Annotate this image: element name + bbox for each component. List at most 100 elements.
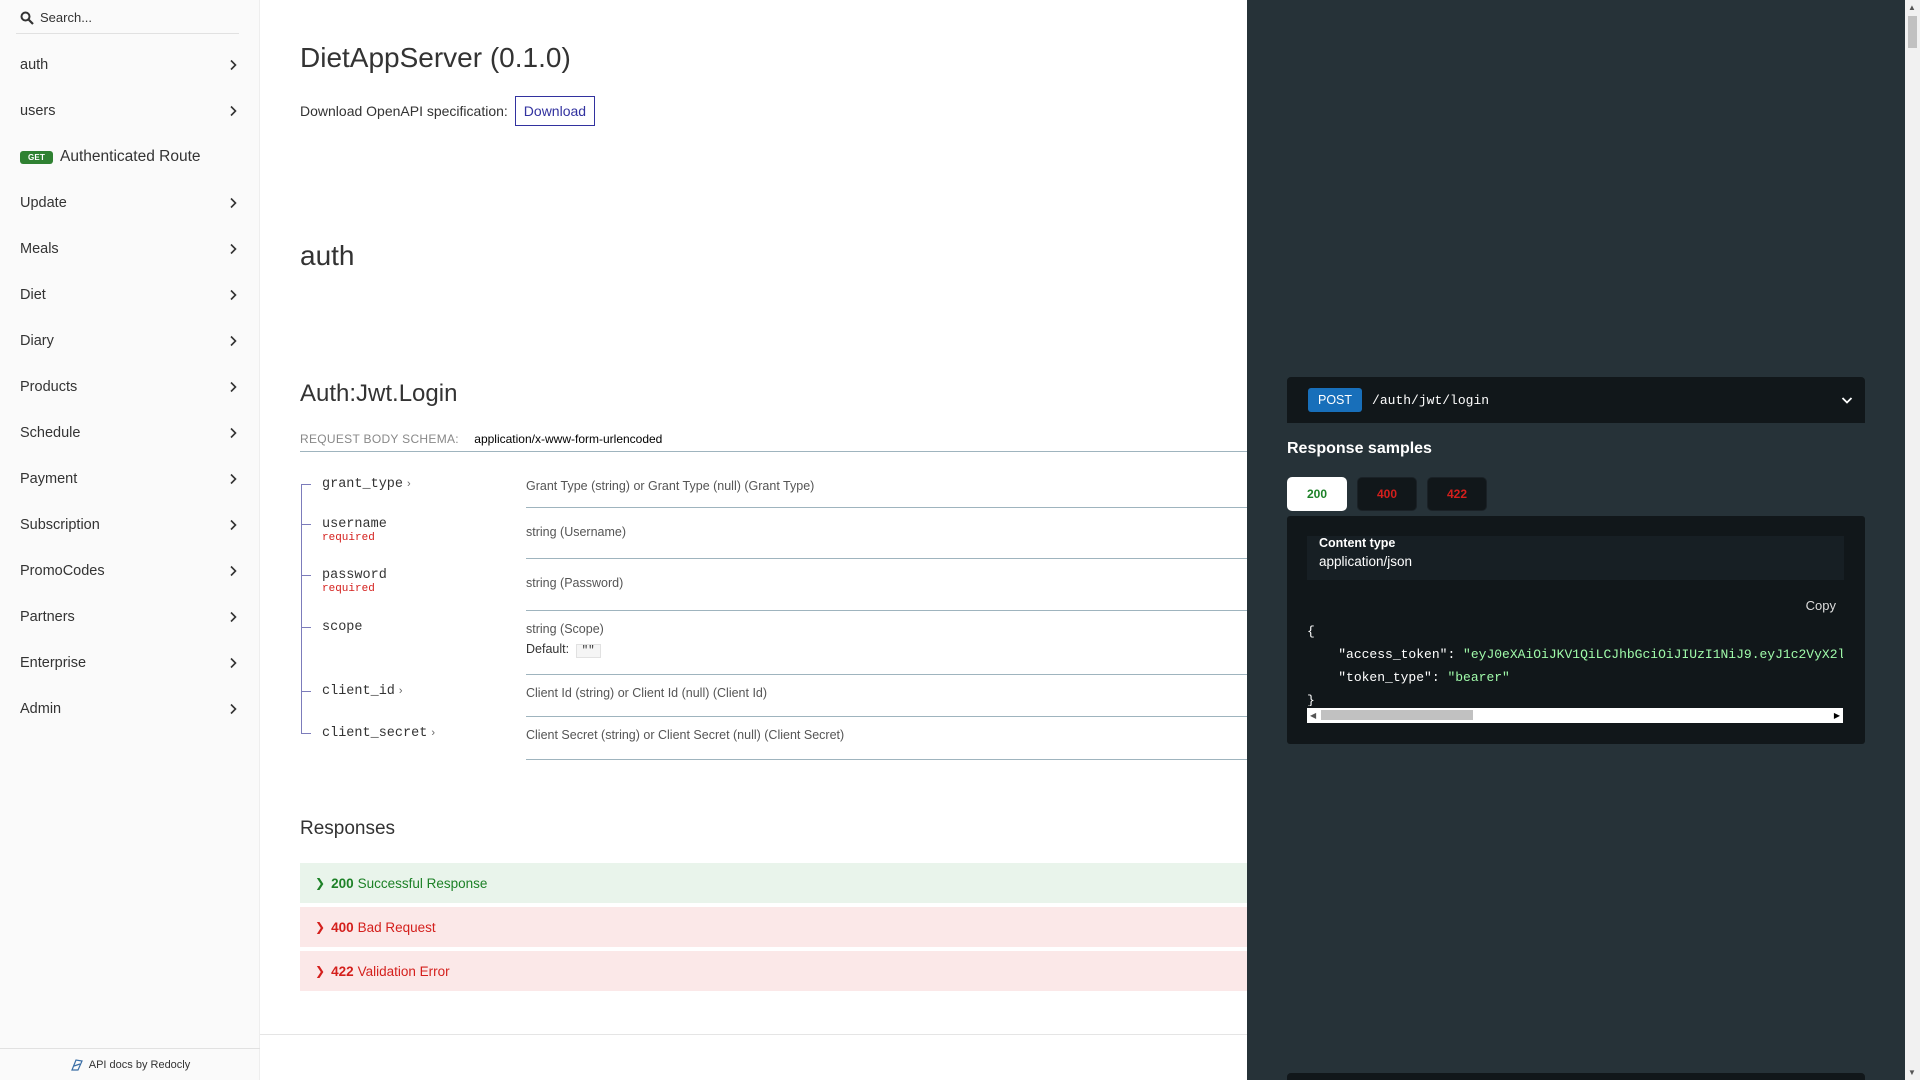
sidebar-item-products[interactable]: Products: [0, 364, 259, 410]
content-type-value: application/json: [1319, 554, 1413, 569]
sidebar-item-admin[interactable]: Admin: [0, 686, 259, 732]
search-icon: [20, 11, 34, 25]
tag-title: auth: [300, 240, 355, 271]
response-code: 200: [331, 875, 354, 891]
sidebar-item-diet[interactable]: Diet: [0, 272, 259, 318]
param-name-cell: password required: [300, 559, 526, 611]
response-status-tabs: 200 400 422: [1287, 477, 1497, 511]
scroll-up-icon[interactable]: ▲: [1908, 3, 1916, 12]
chevron-right-icon[interactable]: ›: [399, 685, 403, 697]
schema-content-type: application/x-www-form-urlencoded: [474, 432, 663, 446]
param-name-cell: scope: [300, 611, 526, 675]
operation-title: Auth:Jwt.Login: [300, 380, 458, 407]
sidebar-item-label: Diary: [20, 333, 54, 349]
chevron-right-icon[interactable]: ›: [431, 727, 435, 739]
sidebar-nav: auth users GET Authenticated Route Updat…: [0, 42, 259, 732]
request-body-schema-header: REQUEST BODY SCHEMA: application/x-www-f…: [300, 432, 1247, 452]
param-name[interactable]: client_secret: [322, 717, 427, 741]
response-422-row[interactable]: ❯ 422 Validation Error: [300, 951, 1247, 991]
api-title: DietAppServer (0.1.0): [300, 42, 571, 73]
sidebar-item-label: Subscription: [20, 517, 100, 533]
copy-button[interactable]: Copy: [1806, 598, 1836, 613]
param-name: password: [322, 568, 387, 583]
tab-422[interactable]: 422: [1427, 477, 1487, 511]
json-brace: }: [1307, 693, 1315, 706]
json-string: "eyJ0eXAiOiJKV1QiLCJhbGciOiJIUzI1NiJ9.ey…: [1463, 647, 1843, 662]
sidebar-item-label: Update: [20, 195, 67, 211]
response-samples-title: Response samples: [1287, 440, 1432, 457]
response-code: 400: [331, 919, 354, 935]
json-brace: {: [1307, 624, 1315, 639]
download-row: Download OpenAPI specification: Download: [300, 96, 596, 126]
sidebar-item-label: Enterprise: [20, 655, 87, 671]
sidebar-item-users[interactable]: users: [0, 88, 259, 134]
response-400-row[interactable]: ❯ 400 Bad Request: [300, 907, 1247, 947]
json-sample: { "access_token": "eyJ0eXAiOiJKV1QiLCJhb…: [1307, 620, 1843, 706]
params-list: grant_type › Grant Type (string) or Grant…: [300, 468, 1247, 760]
sidebar-item-subscription[interactable]: Subscription: [0, 502, 259, 548]
chevron-right-icon: [230, 243, 237, 255]
powered-by-text: API docs by Redocly: [88, 1058, 191, 1071]
sidebar-item-partners[interactable]: Partners: [0, 594, 259, 640]
param-name-cell: grant_type ›: [300, 468, 526, 508]
param-name[interactable]: client_id: [322, 675, 395, 699]
tab-400[interactable]: 400: [1357, 477, 1417, 511]
json-key: "access_token": [1338, 647, 1448, 662]
search-input[interactable]: [40, 6, 240, 28]
section-divider: [260, 1034, 1247, 1035]
sidebar-item-promocodes[interactable]: PromoCodes: [0, 548, 259, 594]
sidebar-item-label: Diet: [20, 287, 46, 303]
param-row: scope string (Scope) Default: "": [300, 611, 1247, 675]
response-text: Successful Response: [357, 875, 488, 891]
param-row: password required string (Password): [300, 559, 1247, 611]
page-scrollbar[interactable]: ▲ ▼: [1905, 0, 1920, 1080]
chevron-right-icon: [230, 611, 237, 623]
param-row: username required string (Username): [300, 508, 1247, 559]
default-value: "": [575, 644, 601, 658]
sidebar-item-schedule[interactable]: Schedule: [0, 410, 259, 456]
response-text: Validation Error: [357, 963, 450, 979]
schema-label: REQUEST BODY SCHEMA:: [300, 432, 459, 446]
response-sample: Content type application/json Copy { "ac…: [1287, 516, 1865, 744]
scrollbar-thumb[interactable]: [1321, 710, 1473, 720]
download-button[interactable]: Download: [514, 96, 596, 126]
sidebar-item-update[interactable]: Update: [0, 180, 259, 226]
sidebar-item-label: Partners: [20, 609, 75, 625]
chevron-right-icon: [230, 381, 237, 393]
code-samples-panel: POST /auth/jwt/login Response samples 20…: [1247, 0, 1920, 1080]
next-endpoint-panel: [1287, 1073, 1865, 1080]
endpoint-toggle[interactable]: POST /auth/jwt/login: [1287, 377, 1865, 423]
param-name[interactable]: grant_type: [322, 468, 403, 492]
param-row: grant_type › Grant Type (string) or Grant…: [300, 468, 1247, 508]
tab-200[interactable]: 200: [1287, 477, 1347, 511]
response-code: 422: [331, 963, 354, 979]
horizontal-scrollbar[interactable]: ◀ ▶: [1307, 708, 1843, 723]
sidebar-item-diary[interactable]: Diary: [0, 318, 259, 364]
content-type-box: Content type application/json: [1307, 536, 1844, 580]
sidebar-item-authenticated-route[interactable]: GET Authenticated Route: [0, 134, 259, 180]
chevron-right-icon: [230, 105, 237, 117]
content-type-label: Content type: [1319, 536, 1396, 550]
chevron-right-icon[interactable]: ›: [407, 478, 411, 490]
sidebar-item-enterprise[interactable]: Enterprise: [0, 640, 259, 686]
param-type: string (Scope): [526, 622, 604, 636]
sidebar-item-auth[interactable]: auth: [0, 42, 259, 88]
powered-by-link[interactable]: API docs by Redocly: [0, 1048, 260, 1080]
sidebar-item-payment[interactable]: Payment: [0, 456, 259, 502]
scroll-down-icon[interactable]: ▼: [1908, 1068, 1916, 1077]
response-200-row[interactable]: ❯ 200 Successful Response: [300, 863, 1247, 903]
sidebar-item-label: Meals: [20, 241, 59, 257]
param-description: Grant Type (string) or Grant Type (null)…: [526, 468, 1247, 508]
redocly-logo-icon: [70, 1058, 83, 1071]
sidebar-item-label: Payment: [20, 471, 78, 487]
param-name-cell: username required: [300, 508, 526, 559]
chevron-right-icon: [230, 473, 237, 485]
chevron-right-icon: [230, 519, 237, 531]
chevron-right-icon: [230, 197, 237, 209]
sidebar-item-meals[interactable]: Meals: [0, 226, 259, 272]
scroll-right-icon[interactable]: ▶: [1834, 711, 1840, 720]
required-label: required: [322, 583, 375, 595]
scrollbar-thumb[interactable]: [1908, 16, 1917, 48]
sidebar-item-label: PromoCodes: [20, 563, 105, 579]
scroll-left-icon[interactable]: ◀: [1310, 711, 1316, 720]
